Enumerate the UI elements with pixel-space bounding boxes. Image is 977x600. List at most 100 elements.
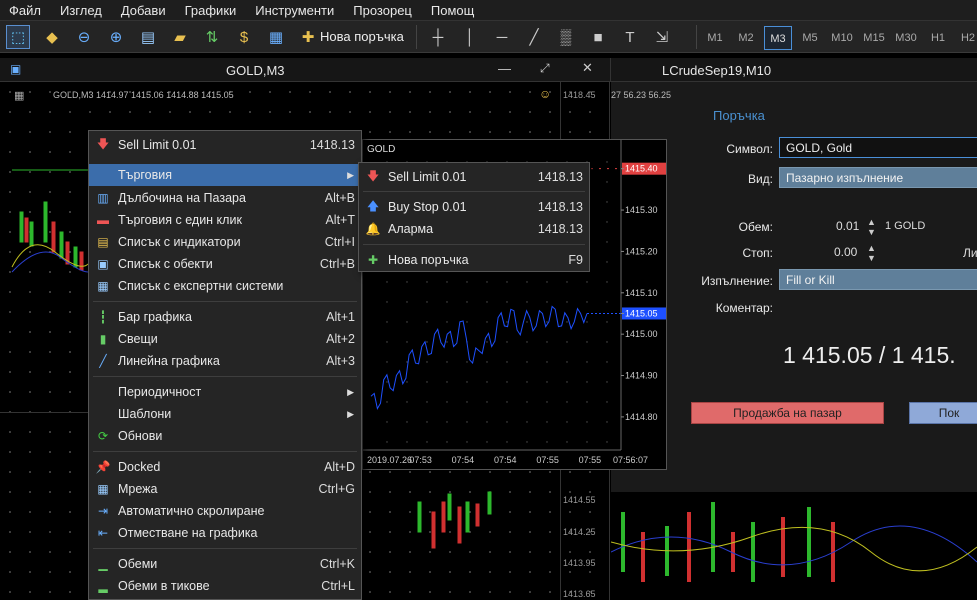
menu-help[interactable]: Помощ — [422, 0, 484, 21]
grid-dot — [466, 361, 468, 363]
menu-item-candles[interactable]: ▮ Свещи Alt+2 — [89, 328, 361, 350]
text-icon[interactable]: T — [618, 25, 642, 49]
tf-m30[interactable]: M30 — [892, 26, 920, 50]
toolbar: ⬚ ◆ ⊖ ⊕ ▤ ▰ ⇅ $ ▦ ✚ Нова поръчка ┼ │ ─ ╱… — [0, 21, 977, 53]
navigator-icon[interactable]: ▰ — [168, 25, 192, 49]
menu-window[interactable]: Прозорец — [344, 0, 422, 21]
market-depth-icon: ▥ — [97, 191, 109, 205]
menu-item-trading[interactable]: Търговия ▶ — [89, 164, 361, 186]
menu-item-experts[interactable]: ▦ Списък с експертни системи — [89, 275, 361, 297]
menu-item-volumes[interactable]: ▁ Обеми Ctrl+K — [89, 553, 361, 575]
tf-m2[interactable]: M2 — [732, 26, 760, 50]
volumes-icon: ▁ — [98, 557, 108, 571]
market-watch-icon[interactable]: ⇅ — [200, 25, 224, 49]
menu-item-sell-limit[interactable]: 🡇 Sell Limit 0.01 1418.13 — [89, 134, 361, 156]
minimize-icon[interactable]: — — [498, 61, 511, 76]
grid-dot — [546, 281, 548, 283]
tile-windows-icon[interactable]: ▤ — [136, 25, 160, 49]
grid-dot — [506, 441, 508, 443]
strategy-tester-icon[interactable]: ▦ — [264, 25, 288, 49]
new-order-icon[interactable]: ✚ — [296, 25, 320, 49]
profiles-icon[interactable]: ◆ — [40, 25, 64, 49]
menu-item-tick-volumes[interactable]: ▂ Обеми в тикове Ctrl+L — [89, 575, 361, 597]
menu-item-indicators[interactable]: ▤ Списък с индикатори Ctrl+I — [89, 231, 361, 253]
menu-charts[interactable]: Графики — [176, 0, 247, 21]
rectangle-icon[interactable]: ■ — [586, 25, 610, 49]
menu-item-market-depth[interactable]: ▥ Дълбочина на Пазара Alt+B — [89, 187, 361, 209]
menu-item-bar-chart[interactable]: ┇ Бар графика Alt+1 — [89, 306, 361, 328]
grid-dot — [406, 361, 408, 363]
menu-separator — [93, 451, 357, 452]
grid-dot — [606, 421, 608, 423]
grid-dot — [466, 441, 468, 443]
menu-tools[interactable]: Инструменти — [246, 0, 344, 21]
channel-icon[interactable]: ▒ — [554, 25, 578, 49]
tf-h2[interactable]: H2 — [954, 26, 977, 50]
menu-item-grid[interactable]: ▦ Мрежа Ctrl+G — [89, 478, 361, 500]
menu-item-autoscroll[interactable]: ⇥ Автоматично скролиране — [89, 500, 361, 522]
data-window-icon[interactable]: $ — [232, 25, 256, 49]
grid-dot — [526, 321, 528, 323]
arrows-icon[interactable]: ⇲ — [650, 25, 674, 49]
submenu-item-new-order[interactable]: ✚ Нова поръчка F9 — [359, 249, 589, 271]
symbol-field[interactable]: GOLD, Gold — [779, 137, 977, 158]
menu-item-docked[interactable]: 📌 Docked Alt+D — [89, 456, 361, 478]
horizontal-line-icon[interactable]: ─ — [490, 25, 514, 49]
tf-m10[interactable]: M10 — [828, 26, 856, 50]
crosshair-icon[interactable]: ┼ — [426, 25, 450, 49]
indicators-icon: ▤ — [97, 235, 109, 249]
grid-dot — [486, 301, 488, 303]
trend-line-icon[interactable]: ╱ — [522, 25, 546, 49]
stop-value[interactable]: 0.00 — [834, 245, 857, 259]
grid-dot — [546, 441, 548, 443]
volume-value[interactable]: 0.01 — [836, 219, 859, 233]
execution-select[interactable]: Fill or Kill — [779, 269, 977, 290]
grid-dot — [506, 381, 508, 383]
submenu-item-buy-stop[interactable]: 🡅 Buy Stop 0.01 1418.13 — [359, 196, 589, 218]
grid-dot — [386, 301, 388, 303]
new-chart-icon[interactable]: ⬚ — [6, 25, 30, 49]
tf-m5[interactable]: M5 — [796, 26, 824, 50]
volume-spinner-icon[interactable]: ▲ ▼ — [867, 217, 876, 237]
restore-icon[interactable]: ⤢ — [540, 61, 550, 76]
grid-dot — [506, 321, 508, 323]
grid-dot — [466, 421, 468, 423]
tf-m1[interactable]: M1 — [701, 26, 729, 50]
type-select[interactable]: Пазарно изпълнение — [779, 167, 977, 188]
menu-item-one-click[interactable]: ▬ Търговия с един клик Alt+T — [89, 209, 361, 231]
submenu-item-sell-limit[interactable]: 🡇 Sell Limit 0.01 1418.13 — [359, 166, 589, 188]
menu-file[interactable]: Файл — [0, 0, 51, 21]
grid-dot — [446, 301, 448, 303]
grid-dot — [526, 361, 528, 363]
menu-separator — [93, 548, 357, 549]
menu-item-periodicity[interactable]: Периодичност ▶ — [89, 381, 361, 403]
grid-dot — [546, 421, 548, 423]
menu-insert[interactable]: Добави — [112, 0, 176, 21]
new-order-button[interactable]: Нова поръчка — [320, 29, 404, 44]
autoscroll-icon: ⇥ — [97, 504, 109, 518]
grid-dot — [386, 401, 388, 403]
zoom-out-icon[interactable]: ⊖ — [72, 25, 96, 49]
menu-item-objects[interactable]: ▣ Списък с обекти Ctrl+B — [89, 253, 361, 275]
grid-dot — [406, 381, 408, 383]
grid-dot — [606, 441, 608, 443]
stop-spinner-icon[interactable]: ▲ ▼ — [867, 243, 876, 263]
menu-item-templates[interactable]: Шаблони ▶ — [89, 403, 361, 425]
vertical-line-icon[interactable]: │ — [458, 25, 482, 49]
tf-m15[interactable]: M15 — [860, 26, 888, 50]
zoom-in-icon[interactable]: ⊕ — [104, 25, 128, 49]
menu-item-refresh[interactable]: ⟳ Обнови — [89, 425, 361, 447]
grid-dot — [386, 441, 388, 443]
grid-dot — [426, 281, 428, 283]
menu-view[interactable]: Изглед — [51, 0, 112, 21]
execution-label: Изпълнение: — [701, 274, 773, 288]
grid-dot — [406, 281, 408, 283]
close-icon[interactable]: ✕ — [582, 60, 593, 76]
menu-item-chart-shift[interactable]: ⇤ Отместване на графика — [89, 522, 361, 544]
tf-m3[interactable]: M3 — [764, 26, 792, 50]
menu-item-line-chart[interactable]: ╱ Линейна графика Alt+3 — [89, 350, 361, 372]
buy-market-button[interactable]: Пок — [909, 402, 977, 424]
submenu-item-alarm[interactable]: 🔔 Аларма 1418.13 — [359, 218, 589, 240]
sell-market-button[interactable]: Продажба на пазар — [691, 402, 884, 424]
tf-h1[interactable]: H1 — [924, 26, 952, 50]
